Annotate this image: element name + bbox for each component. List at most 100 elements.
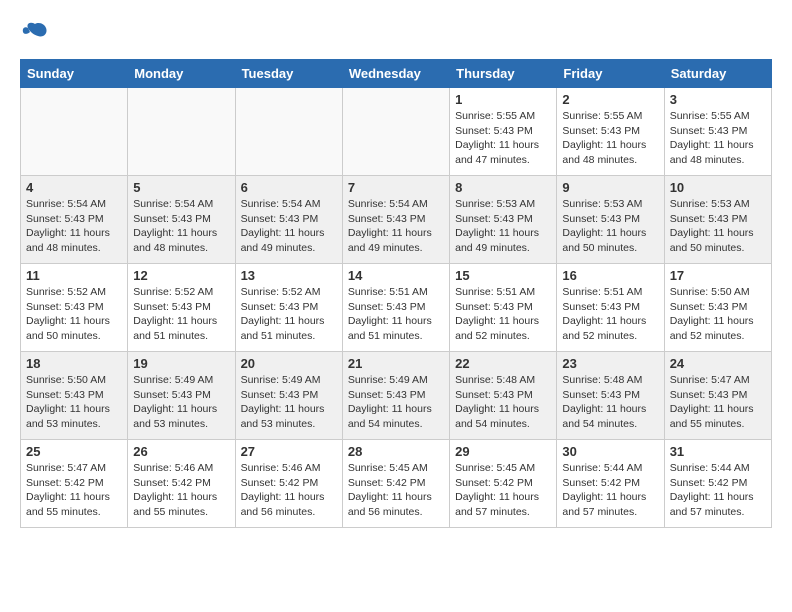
header-monday: Monday [128, 60, 235, 88]
calendar-header-row: Sunday Monday Tuesday Wednesday Thursday… [21, 60, 772, 88]
day-number: 16 [562, 268, 658, 283]
calendar-cell [342, 88, 449, 176]
calendar-cell: 6Sunrise: 5:54 AMSunset: 5:43 PMDaylight… [235, 176, 342, 264]
day-info: Sunrise: 5:53 AMSunset: 5:43 PMDaylight:… [455, 197, 551, 256]
day-info: Sunrise: 5:55 AMSunset: 5:43 PMDaylight:… [455, 109, 551, 168]
day-number: 15 [455, 268, 551, 283]
calendar-cell: 21Sunrise: 5:49 AMSunset: 5:43 PMDayligh… [342, 352, 449, 440]
day-number: 2 [562, 92, 658, 107]
day-number: 14 [348, 268, 444, 283]
day-info: Sunrise: 5:50 AMSunset: 5:43 PMDaylight:… [26, 373, 122, 432]
day-info: Sunrise: 5:51 AMSunset: 5:43 PMDaylight:… [348, 285, 444, 344]
calendar-cell: 9 Sunrise: 5:53 AMSunset: 5:43 PMDaylight… [557, 176, 664, 264]
day-number: 3 [670, 92, 766, 107]
day-number: 6 [241, 180, 337, 195]
day-info: Sunrise: 5:51 AMSunset: 5:43 PMDaylight:… [562, 285, 658, 344]
calendar-cell: 13 Sunrise: 5:52 AMSunset: 5:43 PMDayligh… [235, 264, 342, 352]
header-thursday: Thursday [450, 60, 557, 88]
day-info: Sunrise: 5:47 AMSunset: 5:43 PMDaylight:… [670, 373, 766, 432]
day-number: 22 [455, 356, 551, 371]
calendar-cell: 14 Sunrise: 5:51 AMSunset: 5:43 PMDayligh… [342, 264, 449, 352]
day-number: 27 [241, 444, 337, 459]
day-number: 12 [133, 268, 229, 283]
day-number: 23 [562, 356, 658, 371]
calendar-cell: 18Sunrise: 5:50 AMSunset: 5:43 PMDayligh… [21, 352, 128, 440]
calendar-cell: 8 Sunrise: 5:53 AMSunset: 5:43 PMDaylight… [450, 176, 557, 264]
day-info: Sunrise: 5:51 AMSunset: 5:43 PMDaylight:… [455, 285, 551, 344]
day-info: Sunrise: 5:44 AMSunset: 5:42 PMDaylight:… [562, 461, 658, 520]
day-number: 8 [455, 180, 551, 195]
page-header [20, 20, 772, 49]
header-tuesday: Tuesday [235, 60, 342, 88]
day-number: 19 [133, 356, 229, 371]
day-number: 24 [670, 356, 766, 371]
calendar-week-row: 18Sunrise: 5:50 AMSunset: 5:43 PMDayligh… [21, 352, 772, 440]
day-number: 13 [241, 268, 337, 283]
day-info: Sunrise: 5:54 AMSunset: 5:43 PMDaylight:… [26, 197, 122, 256]
day-info: Sunrise: 5:49 AMSunset: 5:43 PMDaylight:… [348, 373, 444, 432]
day-number: 9 [562, 180, 658, 195]
calendar-cell: 31 Sunrise: 5:44 AMSunset: 5:42 PMDayligh… [664, 440, 771, 528]
calendar-cell: 17 Sunrise: 5:50 AMSunset: 5:43 PMDayligh… [664, 264, 771, 352]
calendar-cell: 1 Sunrise: 5:55 AMSunset: 5:43 PMDaylight… [450, 88, 557, 176]
calendar-cell: 5 Sunrise: 5:54 AMSunset: 5:43 PMDaylight… [128, 176, 235, 264]
calendar-cell [235, 88, 342, 176]
day-number: 1 [455, 92, 551, 107]
day-info: Sunrise: 5:54 AMSunset: 5:43 PMDaylight:… [133, 197, 229, 256]
day-info: Sunrise: 5:49 AMSunset: 5:43 PMDaylight:… [133, 373, 229, 432]
day-info: Sunrise: 5:53 AMSunset: 5:43 PMDaylight:… [670, 197, 766, 256]
day-number: 28 [348, 444, 444, 459]
day-number: 4 [26, 180, 122, 195]
day-number: 5 [133, 180, 229, 195]
day-number: 30 [562, 444, 658, 459]
logo-mark [20, 20, 50, 49]
calendar-cell: 11 Sunrise: 5:52 AMSunset: 5:43 PMDayligh… [21, 264, 128, 352]
calendar-week-row: 1 Sunrise: 5:55 AMSunset: 5:43 PMDaylight… [21, 88, 772, 176]
day-number: 7 [348, 180, 444, 195]
day-info: Sunrise: 5:49 AMSunset: 5:43 PMDaylight:… [241, 373, 337, 432]
calendar-week-row: 11 Sunrise: 5:52 AMSunset: 5:43 PMDayligh… [21, 264, 772, 352]
day-info: Sunrise: 5:48 AMSunset: 5:43 PMDaylight:… [562, 373, 658, 432]
calendar-cell: 26Sunrise: 5:46 AMSunset: 5:42 PMDayligh… [128, 440, 235, 528]
calendar-cell: 16 Sunrise: 5:51 AMSunset: 5:43 PMDayligh… [557, 264, 664, 352]
calendar-cell: 2Sunrise: 5:55 AMSunset: 5:43 PMDaylight… [557, 88, 664, 176]
calendar-cell: 29 Sunrise: 5:45 AMSunset: 5:42 PMDayligh… [450, 440, 557, 528]
calendar-cell: 7 Sunrise: 5:54 AMSunset: 5:43 PMDaylight… [342, 176, 449, 264]
calendar-cell: 15 Sunrise: 5:51 AMSunset: 5:43 PMDayligh… [450, 264, 557, 352]
day-number: 26 [133, 444, 229, 459]
calendar-cell: 19 Sunrise: 5:49 AMSunset: 5:43 PMDayligh… [128, 352, 235, 440]
calendar-week-row: 25 Sunrise: 5:47 AMSunset: 5:42 PMDayligh… [21, 440, 772, 528]
calendar-cell: 25 Sunrise: 5:47 AMSunset: 5:42 PMDayligh… [21, 440, 128, 528]
day-info: Sunrise: 5:52 AMSunset: 5:43 PMDaylight:… [133, 285, 229, 344]
day-number: 31 [670, 444, 766, 459]
calendar-cell: 22Sunrise: 5:48 AMSunset: 5:43 PMDayligh… [450, 352, 557, 440]
day-info: Sunrise: 5:47 AMSunset: 5:42 PMDaylight:… [26, 461, 122, 520]
day-info: Sunrise: 5:44 AMSunset: 5:42 PMDaylight:… [670, 461, 766, 520]
day-info: Sunrise: 5:45 AMSunset: 5:42 PMDaylight:… [348, 461, 444, 520]
day-info: Sunrise: 5:54 AMSunset: 5:43 PMDaylight:… [348, 197, 444, 256]
day-info: Sunrise: 5:46 AMSunset: 5:42 PMDaylight:… [241, 461, 337, 520]
calendar-cell: 12 Sunrise: 5:52 AMSunset: 5:43 PMDayligh… [128, 264, 235, 352]
calendar-cell: 24 Sunrise: 5:47 AMSunset: 5:43 PMDayligh… [664, 352, 771, 440]
day-number: 29 [455, 444, 551, 459]
day-info: Sunrise: 5:52 AMSunset: 5:43 PMDaylight:… [241, 285, 337, 344]
day-info: Sunrise: 5:52 AMSunset: 5:43 PMDaylight:… [26, 285, 122, 344]
day-number: 11 [26, 268, 122, 283]
calendar-cell: 30 Sunrise: 5:44 AMSunset: 5:42 PMDayligh… [557, 440, 664, 528]
calendar-cell: 10Sunrise: 5:53 AMSunset: 5:43 PMDayligh… [664, 176, 771, 264]
day-number: 25 [26, 444, 122, 459]
day-info: Sunrise: 5:55 AMSunset: 5:43 PMDaylight:… [670, 109, 766, 168]
calendar-cell [21, 88, 128, 176]
day-info: Sunrise: 5:53 AMSunset: 5:43 PMDaylight:… [562, 197, 658, 256]
calendar-cell: 3 Sunrise: 5:55 AMSunset: 5:43 PMDaylight… [664, 88, 771, 176]
day-number: 17 [670, 268, 766, 283]
calendar-cell: 28 Sunrise: 5:45 AMSunset: 5:42 PMDayligh… [342, 440, 449, 528]
day-info: Sunrise: 5:45 AMSunset: 5:42 PMDaylight:… [455, 461, 551, 520]
day-number: 20 [241, 356, 337, 371]
calendar-week-row: 4 Sunrise: 5:54 AMSunset: 5:43 PMDaylight… [21, 176, 772, 264]
logo [20, 20, 54, 49]
calendar-cell: 23 Sunrise: 5:48 AMSunset: 5:43 PMDayligh… [557, 352, 664, 440]
calendar-cell [128, 88, 235, 176]
header-friday: Friday [557, 60, 664, 88]
day-info: Sunrise: 5:50 AMSunset: 5:43 PMDaylight:… [670, 285, 766, 344]
